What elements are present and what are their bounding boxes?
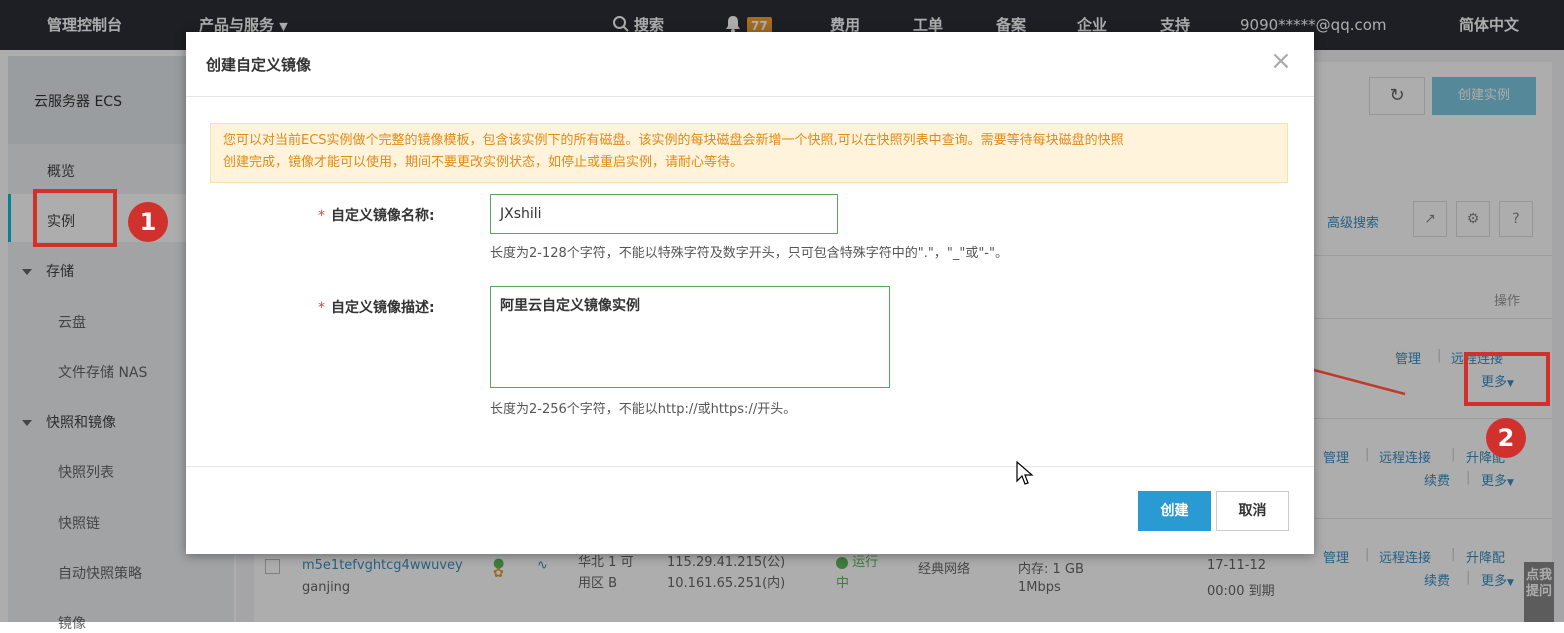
dialog-notice: 您可以对当前ECS实例做个完整的镜像模板，包含该实例下的所有磁盘。该实例的每块磁… bbox=[210, 123, 1288, 183]
required-mark: * bbox=[318, 208, 325, 224]
create-button[interactable]: 创建 bbox=[1138, 491, 1211, 531]
dialog-header-divider bbox=[186, 96, 1314, 97]
dialog-title: 创建自定义镜像 bbox=[206, 56, 312, 74]
image-desc-textarea[interactable]: 阿里云自定义镜像实例 bbox=[490, 286, 890, 388]
image-name-label: * 自定义镜像名称: bbox=[318, 205, 435, 225]
create-custom-image-dialog: 创建自定义镜像 × 您可以对当前ECS实例做个完整的镜像模板，包含该实例下的所有… bbox=[186, 32, 1314, 554]
notice-line-1: 您可以对当前ECS实例做个完整的镜像模板，包含该实例下的所有磁盘。该实例的每块磁… bbox=[223, 133, 1124, 148]
required-mark: * bbox=[318, 300, 325, 316]
image-name-label-text: 自定义镜像名称: bbox=[331, 208, 435, 224]
dialog-footer-divider bbox=[186, 466, 1314, 467]
image-name-help: 长度为2-128个字符，不能以特殊字符及数字开头，只可包含特殊字符中的"."，"… bbox=[490, 246, 1008, 261]
image-desc-help: 长度为2-256个字符，不能以http://或https://开头。 bbox=[490, 402, 797, 417]
notice-line-2: 创建完成，镜像才能可以使用，期间不要更改实例状态，如停止或重启实例，请耐心等待。 bbox=[223, 155, 744, 170]
annotation-step-2: 2 bbox=[1486, 418, 1526, 458]
cancel-button[interactable]: 取消 bbox=[1216, 491, 1289, 531]
annotation-step-1: 1 bbox=[128, 202, 168, 242]
image-desc-label-text: 自定义镜像描述: bbox=[331, 300, 435, 316]
close-icon[interactable]: × bbox=[1270, 48, 1292, 74]
image-desc-label: * 自定义镜像描述: bbox=[318, 297, 435, 317]
image-name-input[interactable]: JXshili bbox=[490, 194, 838, 234]
annotation-box-instances bbox=[33, 189, 117, 247]
annotation-box-more bbox=[1464, 352, 1550, 406]
mouse-cursor-icon bbox=[1016, 461, 1034, 485]
